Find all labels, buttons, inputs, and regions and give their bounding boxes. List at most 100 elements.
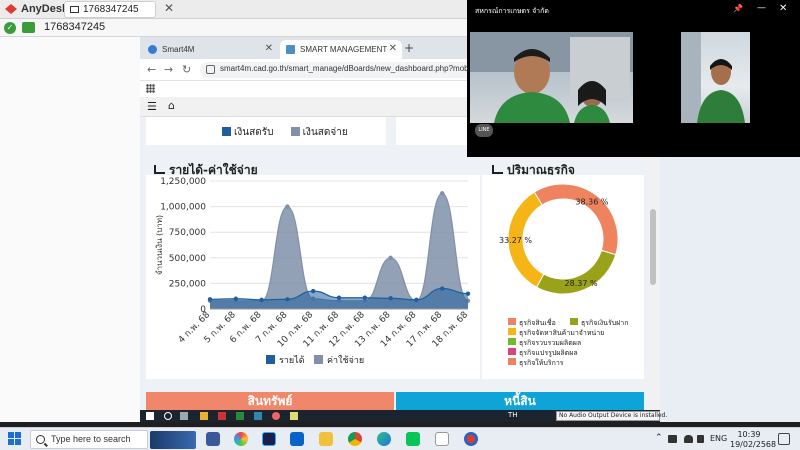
anydesk-logo-icon <box>5 4 17 14</box>
browser-tab-label: Smart4M <box>162 45 195 54</box>
y-axis-label: จำนวนเงิน (บาท) <box>155 215 164 275</box>
copilot-icon[interactable] <box>234 432 248 446</box>
legend-swatch <box>266 355 275 364</box>
apps-grid-icon[interactable] <box>146 84 155 93</box>
data-point <box>336 295 342 300</box>
business-chart-panel: 38.36 % 28.37 % 33.27 % ธุรกิจสินเชื่อ ธุรกิ… <box>482 175 644 379</box>
globe-icon <box>148 45 157 54</box>
taskbar-search-input[interactable]: Type here to search <box>30 430 148 449</box>
data-point <box>285 204 290 209</box>
close-icon[interactable]: ✕ <box>389 43 397 54</box>
reload-icon[interactable]: ↻ <box>182 63 191 76</box>
participant-video-second[interactable] <box>681 32 750 123</box>
y-tick-label: 500,000 <box>169 254 206 264</box>
legend-label: ธุรกิจให้บริการ <box>519 358 564 367</box>
anydesk-icon[interactable] <box>464 432 478 446</box>
camera-icon[interactable] <box>668 435 677 443</box>
participant-video-main[interactable] <box>470 32 633 123</box>
connected-check-icon: ✓ <box>4 22 16 34</box>
y-tick-label: 750,000 <box>169 228 206 238</box>
home-icon[interactable]: ⌂ <box>168 99 175 112</box>
slice-label: 33.27 % <box>499 236 532 245</box>
legend-swatch <box>508 328 516 335</box>
data-point <box>259 297 264 302</box>
participant-video-image <box>681 32 745 123</box>
chrome-icon[interactable] <box>348 432 362 446</box>
legend-swatch <box>222 127 231 136</box>
browser-tab-smart4m[interactable]: Smart4M ✕ <box>142 40 278 59</box>
legend-label: รายได้ <box>279 355 305 366</box>
weather-widget-icon[interactable] <box>150 431 196 449</box>
anydesk-session-tab-label: 1768347245 <box>83 4 139 15</box>
anydesk-address-text[interactable]: 1768347245 <box>44 21 105 33</box>
legend-swatch <box>570 318 578 325</box>
cashflow-legend: เงินสดรับ เงินสดจ่าย <box>222 125 362 140</box>
liabilities-button[interactable]: หนี้สิน <box>396 392 644 410</box>
menu-icon[interactable]: ☰ <box>147 100 157 113</box>
close-icon[interactable]: ✕ <box>265 43 273 54</box>
line-app-icon[interactable] <box>236 412 244 420</box>
data-point <box>285 297 290 302</box>
legend-swatch <box>508 338 516 345</box>
page-scrollbar[interactable] <box>648 117 658 410</box>
windows-start-icon[interactable] <box>146 412 154 420</box>
assets-button[interactable]: สินทรัพย์ <box>146 392 394 410</box>
remote-desktop-background <box>0 37 140 422</box>
close-icon[interactable]: ✕ <box>779 3 787 14</box>
outlook-icon[interactable] <box>290 432 304 446</box>
legend-swatch <box>508 348 516 355</box>
task-view-icon[interactable] <box>180 412 188 420</box>
y-tick-label: 250,000 <box>169 279 206 289</box>
legend-label: เงินสดจ่าย <box>302 127 348 138</box>
data-point <box>388 296 393 301</box>
chrome-icon[interactable] <box>272 412 280 420</box>
browser-tab-smart-management[interactable]: SMART MANAGEMENT ✕ <box>280 40 402 59</box>
participant-video-image <box>470 32 633 123</box>
back-arrow-icon[interactable]: ← <box>147 63 156 76</box>
clock-date: 19/02/2568 <box>730 440 777 449</box>
legend-swatch <box>290 127 300 136</box>
app-icon[interactable] <box>254 412 262 420</box>
scrollbar-thumb[interactable] <box>650 209 656 285</box>
windows-start-icon[interactable] <box>8 432 22 446</box>
notification-icon[interactable] <box>778 433 790 445</box>
tray-expand-icon[interactable]: ⌃ <box>655 433 663 443</box>
revenue-chart-panel: 1,250,000 1,000,000 750,000 500,000 250,000 0… <box>146 175 480 379</box>
document-icon[interactable] <box>435 432 449 446</box>
video-call-window[interactable]: สหกรณ์การเกษตร จำกัด 📌 — ✕ LINE <box>467 0 800 157</box>
data-point <box>362 295 367 300</box>
windows-taskbar: Type here to search ⌃ ENG 10:39 19/02/25… <box>0 427 800 450</box>
file-explorer-icon[interactable] <box>200 412 208 420</box>
remote-screen-icon[interactable] <box>22 22 35 33</box>
line-app-icon[interactable] <box>406 432 420 446</box>
legend-label: เงินสดรับ <box>234 127 274 138</box>
edge-icon[interactable] <box>377 432 391 446</box>
search-icon[interactable] <box>164 412 172 420</box>
site-info-icon[interactable] <box>206 65 215 74</box>
new-tab-icon[interactable]: + <box>404 41 414 55</box>
data-point <box>440 286 445 291</box>
network-icon[interactable] <box>684 435 693 443</box>
language-indicator[interactable]: ENG <box>710 434 727 443</box>
remote-language-indicator[interactable]: TH <box>508 411 518 419</box>
data-point <box>233 296 238 301</box>
app-icon[interactable] <box>206 432 220 446</box>
legend-label: ธุรกิจสินเชื่อ <box>519 318 556 327</box>
bar-chart-icon <box>154 165 165 174</box>
anydesk-session-tab[interactable]: 1768347245 <box>64 1 156 18</box>
app-icon[interactable] <box>290 412 298 420</box>
pin-icon[interactable]: 📌 <box>733 4 743 13</box>
slice-label: 38.36 % <box>575 197 608 206</box>
close-icon[interactable]: ✕ <box>164 1 174 15</box>
legend-swatch <box>508 358 516 365</box>
monitor-icon <box>70 6 79 13</box>
clock[interactable]: 10:39 19/02/2568 <box>730 430 777 450</box>
forward-arrow-icon[interactable]: → <box>164 63 173 76</box>
volume-icon[interactable] <box>697 435 704 443</box>
file-explorer-icon[interactable] <box>319 432 333 446</box>
minimize-icon[interactable]: — <box>757 3 766 13</box>
y-tick-label: 1,000,000 <box>160 203 206 213</box>
url-text: smart4m.cad.go.th/smart_manage/dBoards/n… <box>220 64 482 73</box>
photoshop-icon[interactable] <box>262 432 276 446</box>
app-icon[interactable] <box>218 412 226 420</box>
